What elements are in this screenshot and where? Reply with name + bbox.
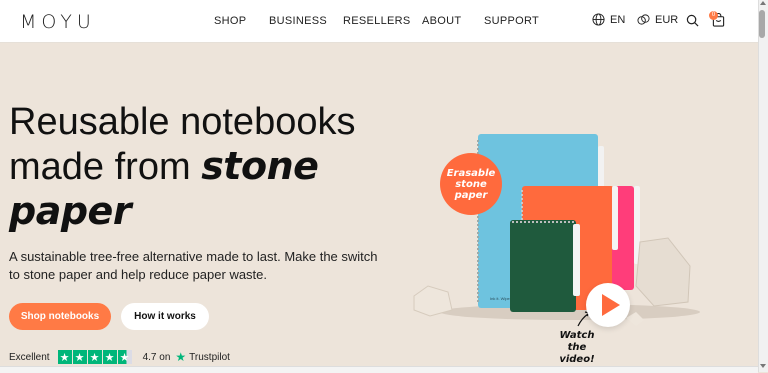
shop-notebooks-button[interactable]: Shop notebooks [9,303,111,330]
hero-title-line2: made from stone [9,144,389,189]
hero-title-hand: stone [201,144,319,188]
watch-video-label: Watch the video! [550,330,604,366]
nav-support[interactable]: SUPPORT [484,15,539,27]
scroll-up-arrow-icon[interactable] [760,1,766,5]
star-icon: ★ [87,350,102,364]
hero-title-line3: paper [9,189,132,233]
hero-title-plain: made from [9,146,191,188]
half-star-icon: ★ [117,350,132,364]
badge-line1: Erasable [446,167,496,179]
erasable-badge: Erasable stone paper [440,153,502,215]
play-icon [601,294,620,316]
badge-line2: stone [455,178,487,190]
watch-line2: video! [559,354,595,365]
trustpilot-star-icon: ★ [175,350,187,364]
currency-label: EUR [655,13,679,26]
hero-title-line1: Reusable notebooks [9,101,356,143]
nav-about[interactable]: ABOUT [422,15,461,27]
watch-line1: Watch the [559,330,595,353]
nav-business[interactable]: BUSINESS [269,15,327,27]
scrollbar-track[interactable] [758,0,768,372]
site-header: MOYU SHOP BUSINESS RESELLERS ABOUT SUPPO… [0,0,758,43]
logo[interactable]: MOYU [20,11,96,33]
badge-line3: paper [454,189,488,201]
nav-shop[interactable]: SHOP [214,15,246,27]
scroll-down-arrow-icon[interactable] [760,364,766,368]
hero-title: Reusable notebooks made from stone paper [9,100,389,233]
trustpilot-widget[interactable]: Excellent ★ ★ ★ ★ ★ 4.7 on ★ Trustpilot [9,350,230,364]
trust-label: Excellent [9,351,50,363]
hero-subtitle: A sustainable tree-free alternative made… [9,249,378,282]
trust-rating: 4.7 on [142,351,171,363]
globe-icon [592,13,605,26]
trust-stars: ★ ★ ★ ★ ★ [57,350,133,364]
how-it-works-button[interactable]: How it works [121,303,209,330]
cart-count-badge: 0 [709,11,718,20]
search-icon [686,14,699,27]
star-icon: ★ [102,350,117,364]
trust-brand: Trustpilot [189,351,230,363]
search-button[interactable] [686,14,699,32]
nav-resellers[interactable]: RESELLERS [343,15,411,27]
scrollbar-thumb[interactable] [759,10,765,38]
language-label: EN [610,13,626,26]
notebooks-illustration: Ink it. Wipe it. Love it. [413,134,700,327]
star-icon: ★ [72,350,87,364]
currency-selector[interactable]: EUR [637,13,678,26]
language-selector[interactable]: EN [592,13,625,26]
play-video-button[interactable] [586,283,630,327]
currency-icon [637,14,650,25]
star-icon: ★ [57,350,72,364]
